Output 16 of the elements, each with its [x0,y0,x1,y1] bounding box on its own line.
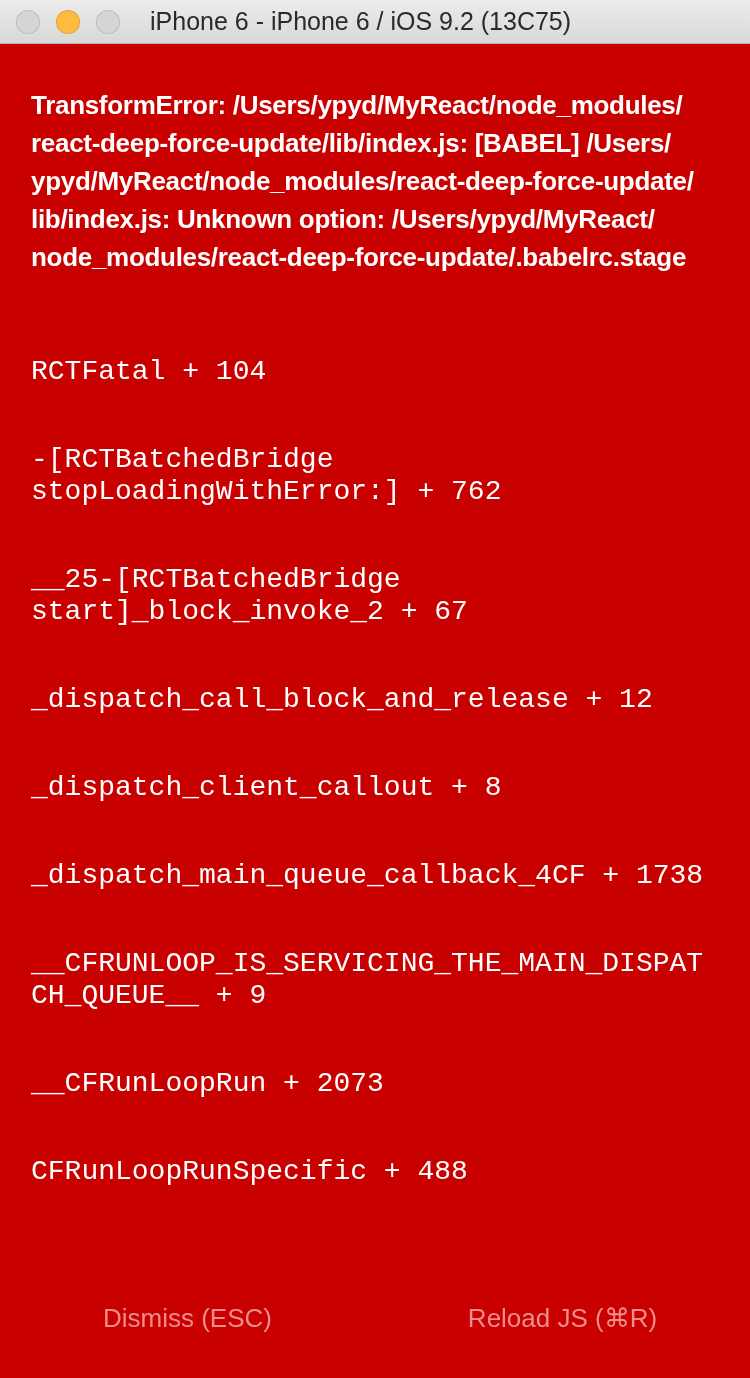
stack-frame: _dispatch_main_queue_callback_4CF + 1738 [31,860,719,892]
window-button[interactable] [16,9,40,34]
window-title: iPhone 6 - iPhone 6 / iOS 9.2 (13C75) [150,7,572,36]
stack-frame: _dispatch_client_callout + 8 [31,772,719,804]
stack-frame: __CFRunLoopRun + 2073 [31,1068,719,1100]
stack-frame: -[RCTBatchedBridge stopLoadingWithError:] + 762 [31,444,719,508]
stack-frame: RCTFatal + 104 [31,356,719,388]
stack-frame: __25-[RCTBatchedBridge start]_block_invoke_2 + 67 [31,564,719,628]
error-message: TransformError: /Users/ypyd/MyReact/node_modules/react-deep-force-update/lib/index.js: [BABEL] /Users/ypyd/MyReact/node_modules/react-deep-force-update/lib/index.js: Unknown option: /Users/ypyd/MyReact/node_modules/react-deep-force-update/.babelrc.stage [31,89,695,274]
window-button[interactable] [56,9,80,34]
stack-frame: _dispatch_call_block_and_release + 12 [31,684,719,716]
reload-button[interactable]: Reload JS (⌘R) [375,1278,750,1358]
dismiss-button[interactable]: Dismiss (ESC) [0,1278,375,1358]
window-button[interactable] [96,9,120,34]
stack-frame: __CFRUNLOOP_IS_SERVICING_THE_MAIN_DISPATCH_QUEUE__ + 9 [31,948,719,1012]
stack-frame: CFRunLoopRunSpecific + 488 [31,1156,719,1188]
